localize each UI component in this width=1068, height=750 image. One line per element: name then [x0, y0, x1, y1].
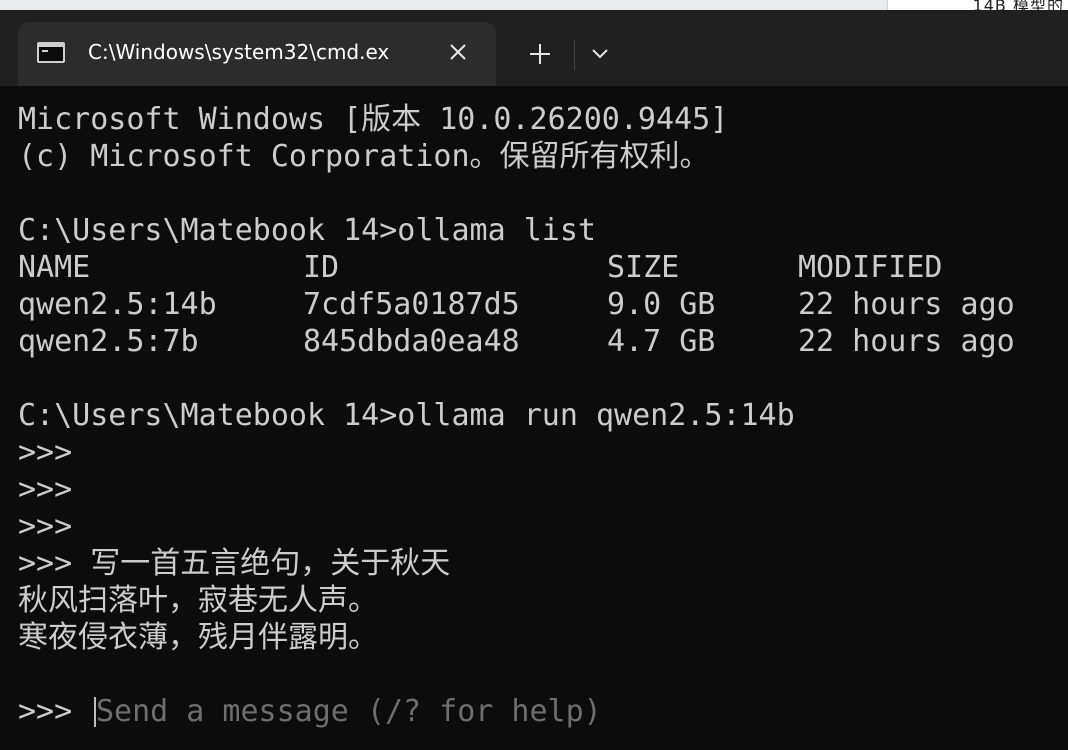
command-line: C:\Users\Matebook 14>ollama list [18, 213, 596, 248]
user-prompt-line: >>> 写一首五言绝句，关于秋天 [18, 546, 451, 581]
background-window: 14B 模型的 [887, 0, 1068, 15]
input-placeholder: Send a message (/? for help) [96, 694, 602, 729]
prompt-line: >>> [18, 472, 73, 507]
column-header: MODIFIED [798, 250, 943, 285]
response-line: 寒夜侵衣薄，残月伴露明。 [18, 620, 378, 655]
model-name: qwen2.5:14b [18, 287, 217, 322]
model-modified: 22 hours ago [798, 324, 1015, 359]
model-id: 7cdf5a0187d5 [303, 287, 520, 322]
plus-icon[interactable] [520, 34, 560, 74]
table-row: qwen2.5:14b 7cdf5a0187d5 9.0 GB 22 hours… [18, 287, 1015, 323]
table-header-row: NAME ID SIZE MODIFIED [18, 250, 943, 286]
model-name: qwen2.5:7b [18, 324, 199, 359]
model-id: 845dbda0ea48 [303, 324, 520, 359]
tab-divider [574, 40, 575, 70]
tab-title: C:\Windows\system32\cmd.ex [88, 40, 390, 64]
chevron-down-icon[interactable] [582, 34, 618, 74]
tab-cmd[interactable]: C:\Windows\system32\cmd.ex [18, 22, 496, 86]
column-header: ID [303, 250, 340, 285]
model-modified: 22 hours ago [798, 287, 1015, 322]
response-line: 秋风扫落叶，寂巷无人声。 [18, 583, 378, 618]
input-prompt: >>> [18, 694, 73, 729]
message-input[interactable]: >>> Send a message (/? for help) [18, 694, 1048, 730]
title-bar: C:\Windows\system32\cmd.ex [0, 10, 1068, 86]
header-line: Microsoft Windows [版本 10.0.26200.9445] [18, 102, 729, 137]
prompt-line: >>> [18, 435, 73, 470]
cmd-terminal-icon [37, 42, 65, 63]
terminal-output[interactable]: Microsoft Windows [版本 10.0.26200.9445] (… [0, 86, 1068, 750]
table-row: qwen2.5:7b 845dbda0ea48 4.7 GB 22 hours … [18, 324, 1015, 360]
model-size: 9.0 GB [607, 287, 716, 322]
column-header: NAME [18, 250, 91, 285]
command-line: C:\Users\Matebook 14>ollama run qwen2.5:… [18, 398, 795, 433]
prompt-line: >>> [18, 509, 73, 544]
column-header: SIZE [607, 250, 680, 285]
desktop-background: 14B 模型的 [0, 0, 1068, 15]
close-icon[interactable] [442, 36, 474, 68]
model-size: 4.7 GB [607, 324, 716, 359]
copyright-line: (c) Microsoft Corporation。保留所有权利。 [18, 139, 710, 174]
